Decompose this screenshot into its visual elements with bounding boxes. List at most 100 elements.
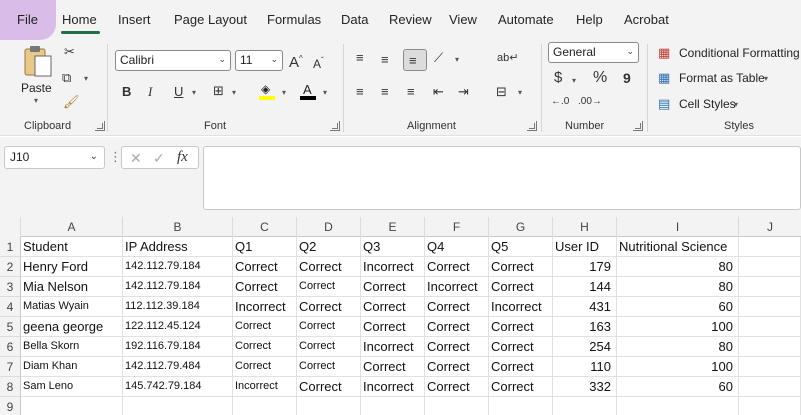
cell-c4[interactable]: Incorrect [233, 297, 297, 317]
cell-a3[interactable]: Mia Nelson [21, 277, 123, 297]
decrease-decimal-icon[interactable]: .00→ [578, 94, 602, 110]
cut-icon[interactable]: ✂ [64, 44, 75, 60]
cell-f3[interactable]: Incorrect [425, 277, 489, 297]
format-painter-icon[interactable]: 🖌 [63, 94, 80, 110]
formula-input[interactable] [203, 146, 801, 210]
cell-j7[interactable] [739, 357, 801, 377]
cell-a9[interactable] [21, 397, 123, 415]
copy-icon[interactable]: ⧉ [62, 70, 71, 86]
merge-dropdown-icon[interactable]: ▾ [518, 88, 522, 97]
font-name-select[interactable]: Calibri ⌄ [115, 50, 231, 71]
cell-c1[interactable]: Q1 [233, 237, 297, 257]
row-header-6[interactable]: 6 [0, 337, 21, 357]
percent-button[interactable]: % [593, 70, 607, 86]
cell-a4[interactable]: Matias Wyain [21, 297, 123, 317]
orientation-icon[interactable]: ⟋ [434, 50, 443, 66]
cell-j3[interactable] [739, 277, 801, 297]
cell-f7[interactable]: Correct [425, 357, 489, 377]
borders-dropdown-icon[interactable]: ▾ [232, 88, 236, 97]
cell-d1[interactable]: Q2 [297, 237, 361, 257]
align-right-icon[interactable]: ≡ [407, 84, 415, 100]
select-all-corner[interactable] [0, 217, 21, 237]
column-header-d[interactable]: D [297, 217, 361, 237]
cell-a5[interactable]: geena george [21, 317, 123, 337]
cell-j8[interactable] [739, 377, 801, 397]
increase-decimal-icon[interactable]: ←.0 [551, 94, 569, 110]
cell-f1[interactable]: Q4 [425, 237, 489, 257]
cell-g3[interactable]: Correct [489, 277, 553, 297]
cell-g8[interactable]: Correct [489, 377, 553, 397]
cell-c6[interactable]: Correct [233, 337, 297, 357]
cell-d5[interactable]: Correct [297, 317, 361, 337]
currency-dropdown-icon[interactable]: ▾ [572, 76, 576, 85]
cell-a2[interactable]: Henry Ford [21, 257, 123, 277]
paste-button[interactable]: Paste ▾ [18, 44, 58, 105]
cell-i7[interactable]: 100 [617, 357, 739, 377]
alignment-launcher-icon[interactable] [527, 121, 537, 131]
cell-h3[interactable]: 144 [553, 277, 617, 297]
menu-home[interactable]: Home [62, 12, 97, 27]
row-header-4[interactable]: 4 [0, 297, 21, 317]
row-header-2[interactable]: 2 [0, 257, 21, 277]
cell-c3[interactable]: Correct [233, 277, 297, 297]
cell-g4[interactable]: Incorrect [489, 297, 553, 317]
cell-b9[interactable] [123, 397, 233, 415]
font-launcher-icon[interactable] [330, 121, 340, 131]
row-header-9[interactable]: 9 [0, 397, 21, 415]
cell-e1[interactable]: Q3 [361, 237, 425, 257]
cell-b3[interactable]: 142.112.79.184 [123, 277, 233, 297]
cell-i4[interactable]: 60 [617, 297, 739, 317]
font-color-icon[interactable]: A [300, 82, 316, 100]
column-header-e[interactable]: E [361, 217, 425, 237]
menu-help[interactable]: Help [576, 12, 603, 27]
cell-a6[interactable]: Bella Skorn [21, 337, 123, 357]
cell-j2[interactable] [739, 257, 801, 277]
align-left-icon[interactable]: ≡ [356, 84, 364, 100]
borders-icon[interactable]: ⊞ [213, 83, 224, 99]
cell-g6[interactable]: Correct [489, 337, 553, 357]
cell-j4[interactable] [739, 297, 801, 317]
cell-d9[interactable] [297, 397, 361, 415]
cell-h8[interactable]: 332 [553, 377, 617, 397]
menu-view[interactable]: View [449, 12, 477, 27]
cell-g2[interactable]: Correct [489, 257, 553, 277]
cell-i6[interactable]: 80 [617, 337, 739, 357]
confirm-icon[interactable]: ✓ [153, 150, 165, 166]
column-header-a[interactable]: A [21, 217, 123, 237]
cell-d7[interactable]: Correct [297, 357, 361, 377]
currency-button[interactable]: $ [554, 70, 562, 86]
cell-e3[interactable]: Correct [361, 277, 425, 297]
align-center-icon[interactable]: ≡ [381, 84, 389, 100]
cell-a1[interactable]: Student [21, 237, 123, 257]
shrink-font-icon[interactable]: Aˇ [313, 53, 324, 72]
align-middle-icon[interactable]: ≡ [381, 52, 389, 68]
underline-dropdown-icon[interactable]: ▾ [192, 88, 196, 97]
insert-function-button[interactable]: fx [177, 149, 188, 165]
row-header-5[interactable]: 5 [0, 317, 21, 337]
menu-data[interactable]: Data [341, 12, 368, 27]
number-format-select[interactable]: General ⌄ [548, 42, 639, 63]
row-header-8[interactable]: 8 [0, 377, 21, 397]
merge-center-icon[interactable]: ⊟ [496, 84, 507, 100]
orientation-dropdown-icon[interactable]: ▾ [455, 55, 459, 64]
cell-c8[interactable]: Incorrect [233, 377, 297, 397]
cell-g9[interactable] [489, 397, 553, 415]
cell-e2[interactable]: Incorrect [361, 257, 425, 277]
number-launcher-icon[interactable] [633, 121, 643, 131]
cell-h5[interactable]: 163 [553, 317, 617, 337]
cell-g5[interactable]: Correct [489, 317, 553, 337]
cell-f6[interactable]: Correct [425, 337, 489, 357]
cell-b4[interactable]: 112.112.39.184 [123, 297, 233, 317]
cell-c5[interactable]: Correct [233, 317, 297, 337]
cell-a8[interactable]: Sam Leno [21, 377, 123, 397]
column-header-f[interactable]: F [425, 217, 489, 237]
underline-button[interactable]: U [174, 84, 183, 100]
cell-f2[interactable]: Correct [425, 257, 489, 277]
cell-b8[interactable]: 145.742.79.184 [123, 377, 233, 397]
cell-i8[interactable]: 60 [617, 377, 739, 397]
cell-d3[interactable]: Correct [297, 277, 361, 297]
cell-h1[interactable]: User ID [553, 237, 617, 257]
menu-automate[interactable]: Automate [498, 12, 554, 27]
cell-e7[interactable]: Correct [361, 357, 425, 377]
row-header-7[interactable]: 7 [0, 357, 21, 377]
